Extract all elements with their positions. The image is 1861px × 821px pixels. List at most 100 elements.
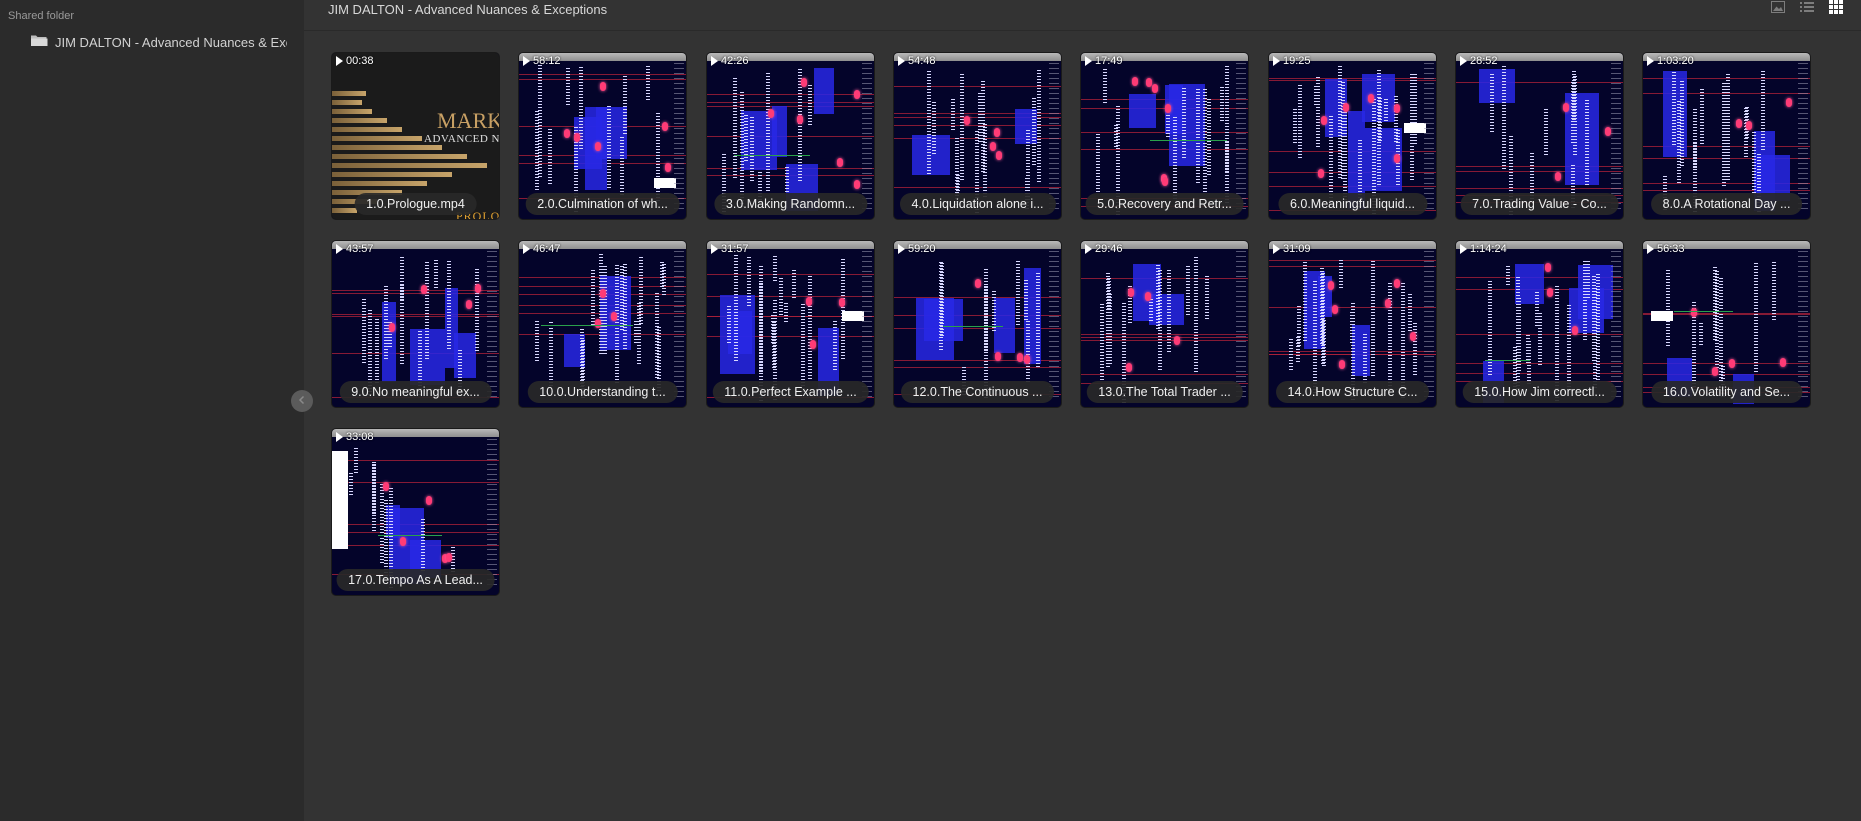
- play-icon: [1273, 244, 1280, 254]
- video-title: 17.0.Tempo As A Lead...: [336, 569, 495, 591]
- video-duration: 31:09: [1273, 243, 1311, 255]
- play-icon: [898, 56, 905, 66]
- play-icon: [1460, 56, 1467, 66]
- video-tile[interactable]: 17:49 5.0.Recovery and Retr...: [1080, 52, 1249, 220]
- video-duration: 42:26: [711, 55, 749, 67]
- video-duration: 58:12: [523, 55, 561, 67]
- duration-text: 46:47: [533, 243, 561, 255]
- duration-text: 58:12: [533, 55, 561, 67]
- video-duration: 59:20: [898, 243, 936, 255]
- topbar: JIM DALTON - Advanced Nuances & Exceptio…: [304, 0, 1861, 31]
- duration-text: 56:33: [1657, 243, 1685, 255]
- folder-icon: [30, 33, 48, 52]
- video-duration: 29:46: [1085, 243, 1123, 255]
- video-title: 4.0.Liquidation alone i...: [899, 193, 1056, 215]
- duration-text: 43:57: [346, 243, 374, 255]
- video-tile[interactable]: 31:57 11.0.Perfect Example ...: [706, 240, 875, 408]
- video-title: 7.0.Trading Value - Co...: [1460, 193, 1619, 215]
- video-title: 16.0.Volatility and Se...: [1650, 381, 1803, 403]
- video-duration: 46:47: [523, 243, 561, 255]
- duration-text: 1:03:20: [1657, 55, 1694, 67]
- thumbnail-title-text: MARK: [437, 108, 500, 133]
- duration-text: 42:26: [721, 55, 749, 67]
- video-duration: 1:14:24: [1460, 243, 1507, 255]
- video-tile[interactable]: 1:03:20 8.0.A Rotational Day ...: [1642, 52, 1811, 220]
- play-icon: [711, 244, 718, 254]
- video-tile[interactable]: 42:26 3.0.Making Randomn...: [706, 52, 875, 220]
- grid-view-icon: [1829, 0, 1843, 19]
- list-view-icon: [1800, 0, 1814, 18]
- list-view-button[interactable]: [1798, 1, 1816, 17]
- play-icon: [898, 244, 905, 254]
- play-icon: [1273, 56, 1280, 66]
- video-duration: 31:57: [711, 243, 749, 255]
- play-icon: [523, 56, 530, 66]
- video-title: 10.0.Understanding t...: [527, 381, 678, 403]
- duration-text: 17:49: [1095, 55, 1123, 67]
- play-icon: [1460, 244, 1467, 254]
- image-view-icon: [1771, 0, 1785, 18]
- video-title: 8.0.A Rotational Day ...: [1650, 193, 1803, 215]
- video-tile[interactable]: 54:48 4.0.Liquidation alone i...: [893, 52, 1062, 220]
- play-icon: [523, 244, 530, 254]
- duration-text: 00:38: [346, 55, 374, 67]
- grid-view-button[interactable]: [1827, 0, 1845, 19]
- video-duration: 33:08: [336, 431, 374, 443]
- video-duration: 54:48: [898, 55, 936, 67]
- sidebar: Shared folder JIM DALTON - Advanced Nuan…: [0, 0, 304, 821]
- video-tile[interactable]: MARK ADVANCED N PROLO 00:38 1.0.Prologue.mp4: [331, 52, 500, 220]
- play-icon: [336, 244, 343, 254]
- duration-text: 59:20: [908, 243, 936, 255]
- video-title: 12.0.The Continuous ...: [900, 381, 1055, 403]
- play-icon: [1647, 244, 1654, 254]
- sidebar-heading: Shared folder: [8, 10, 75, 22]
- thumbnail-subtitle-text: ADVANCED N: [424, 133, 500, 145]
- video-title: 3.0.Making Randomn...: [713, 193, 868, 215]
- folder-title: JIM DALTON - Advanced Nuances & Exceptio…: [328, 2, 608, 17]
- video-tile[interactable]: 56:33 16.0.Volatility and Se...: [1642, 240, 1811, 408]
- video-title: 6.0.Meaningful liquid...: [1277, 193, 1428, 215]
- video-tile[interactable]: 33:08 17.0.Tempo As A Lead...: [331, 428, 500, 596]
- duration-text: 1:14:24: [1470, 243, 1507, 255]
- video-title: 11.0.Perfect Example ...: [712, 381, 869, 403]
- play-icon: [1647, 56, 1654, 66]
- duration-text: 54:48: [908, 55, 936, 67]
- sidebar-folder-item[interactable]: JIM DALTON - Advanced Nuances & Exce: [30, 32, 292, 52]
- video-tile[interactable]: 59:20 12.0.The Continuous ...: [893, 240, 1062, 408]
- video-title: 2.0.Culmination of wh...: [525, 193, 680, 215]
- duration-text: 33:08: [346, 431, 374, 443]
- main-content: JIM DALTON - Advanced Nuances & Exceptio…: [304, 0, 1861, 821]
- duration-text: 31:57: [721, 243, 749, 255]
- video-title: 15.0.How Jim correctl...: [1462, 381, 1617, 403]
- video-duration: 56:33: [1647, 243, 1685, 255]
- duration-text: 19:25: [1283, 55, 1311, 67]
- play-icon: [336, 56, 343, 66]
- video-title: 13.0.The Total Trader ...: [1086, 381, 1243, 403]
- video-title: 14.0.How Structure C...: [1275, 381, 1430, 403]
- video-duration: 1:03:20: [1647, 55, 1694, 67]
- duration-text: 31:09: [1283, 243, 1311, 255]
- duration-text: 29:46: [1095, 243, 1123, 255]
- video-title: 1.0.Prologue.mp4: [354, 193, 477, 215]
- play-icon: [1085, 56, 1092, 66]
- play-icon: [711, 56, 718, 66]
- image-view-button[interactable]: [1769, 1, 1787, 17]
- video-tile[interactable]: 46:47 10.0.Understanding t...: [518, 240, 687, 408]
- video-tile[interactable]: 1:14:24 15.0.How Jim correctl...: [1455, 240, 1624, 408]
- video-tile[interactable]: 28:52 7.0.Trading Value - Co...: [1455, 52, 1624, 220]
- sidebar-folder-label: JIM DALTON - Advanced Nuances & Exce: [55, 34, 287, 50]
- play-icon: [1085, 244, 1092, 254]
- video-tile[interactable]: 29:46 13.0.The Total Trader ...: [1080, 240, 1249, 408]
- video-tile[interactable]: 31:09 14.0.How Structure C...: [1268, 240, 1437, 408]
- video-title: 9.0.No meaningful ex...: [339, 381, 492, 403]
- play-icon: [336, 432, 343, 442]
- video-tile[interactable]: 19:25 6.0.Meaningful liquid...: [1268, 52, 1437, 220]
- video-duration: 19:25: [1273, 55, 1311, 67]
- video-duration: 17:49: [1085, 55, 1123, 67]
- video-duration: 28:52: [1460, 55, 1498, 67]
- duration-text: 28:52: [1470, 55, 1498, 67]
- video-tile[interactable]: 43:57 9.0.No meaningful ex...: [331, 240, 500, 408]
- video-tile[interactable]: 58:12 2.0.Culmination of wh...: [518, 52, 687, 220]
- video-duration: 43:57: [336, 243, 374, 255]
- video-duration: 00:38: [336, 55, 374, 67]
